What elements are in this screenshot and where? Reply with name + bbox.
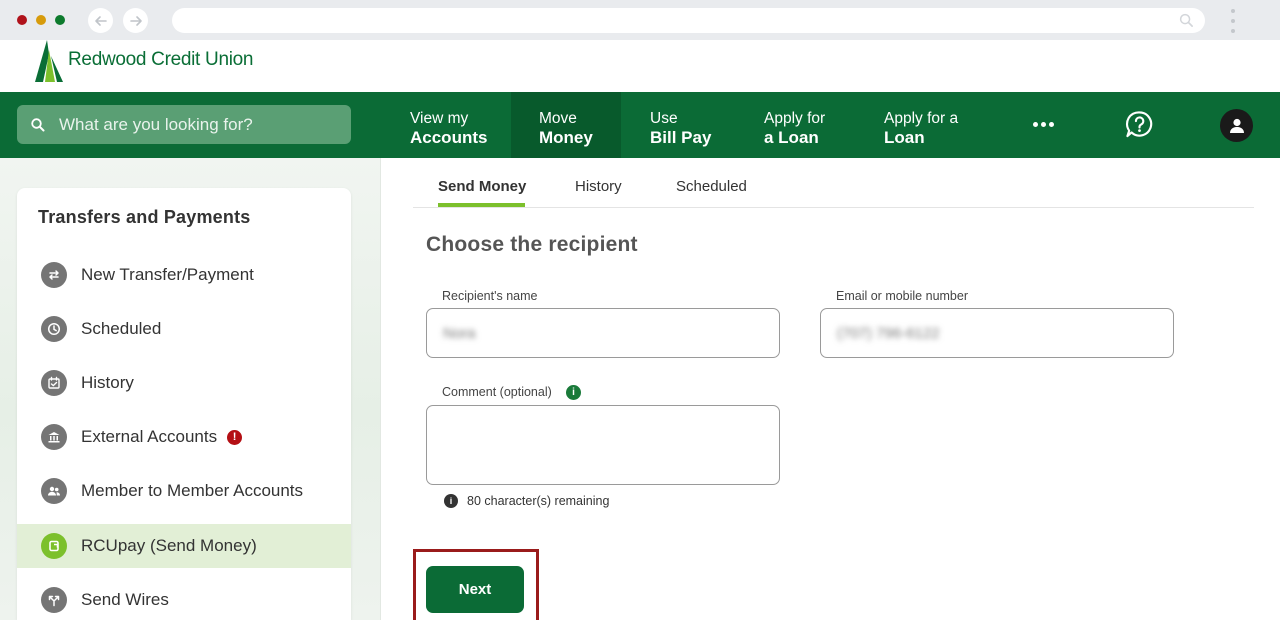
nav-line1: Apply for: [764, 110, 826, 127]
address-bar[interactable]: [172, 8, 1205, 33]
browser-menu-icon[interactable]: [1229, 9, 1237, 33]
next-button[interactable]: Next: [426, 566, 524, 613]
wire-split-icon: [41, 587, 67, 613]
email-mobile-field[interactable]: (707) 796-6122: [820, 308, 1174, 358]
calendar-check-icon: [41, 370, 67, 396]
clock-icon: [41, 316, 67, 342]
tab-send-money[interactable]: Send Money: [438, 178, 526, 195]
more-menu-icon[interactable]: [1033, 122, 1054, 127]
sidebar-item-rcupay[interactable]: RCUpay (Send Money): [17, 524, 351, 568]
comment-textarea[interactable]: [426, 405, 780, 485]
nav-line1: Apply for a: [884, 110, 959, 127]
characters-remaining: 80 character(s) remaining: [467, 494, 610, 508]
sidebar-item-new-transfer[interactable]: New Transfer/Payment: [17, 253, 351, 297]
brand-name[interactable]: Redwood Credit Union: [68, 49, 253, 71]
tab-scheduled[interactable]: Scheduled: [676, 178, 747, 195]
nav-line1: Use: [650, 110, 678, 127]
minimize-window-dot[interactable]: [36, 15, 46, 25]
people-icon: [41, 478, 67, 504]
browser-back-button[interactable]: [88, 8, 113, 33]
logo-bar: Redwood Credit Union: [0, 40, 1280, 92]
sidebar-title: Transfers and Payments: [38, 207, 251, 227]
nav-view-accounts[interactable]: View my Accounts: [410, 92, 487, 158]
help-chat-icon[interactable]: [1125, 110, 1154, 139]
nav-line2: Accounts: [410, 128, 488, 147]
redwood-tree-logo-icon: [35, 40, 63, 82]
search-icon: [1179, 13, 1193, 27]
sidebar-item-label: External Accounts: [81, 427, 218, 446]
sidebar-item-label: Send Wires: [81, 590, 169, 609]
alert-icon: !: [227, 429, 243, 445]
sidebar-item-label: RCUpay (Send Money): [81, 536, 257, 555]
sidebar-item-send-wires[interactable]: Send Wires: [17, 578, 351, 620]
recipient-name-value: Nora: [443, 325, 476, 342]
nav-line2: Bill Pay: [650, 128, 712, 147]
recipient-name-field[interactable]: Nora: [426, 308, 780, 358]
sidebar-card: Transfers and Payments New Transfer/Paym…: [17, 188, 351, 620]
nav-line1: Move: [539, 110, 577, 127]
user-avatar-icon: [1229, 118, 1244, 133]
arrow-left-icon: [94, 15, 107, 26]
close-window-dot[interactable]: [17, 15, 27, 25]
site-search[interactable]: What are you looking for?: [17, 105, 351, 144]
comment-label: Comment (optional): [442, 385, 552, 399]
browser-toolbar: [0, 0, 1280, 40]
main-navigation: What are you looking for? View my Accoun…: [0, 92, 1280, 158]
sidebar-item-label: History: [81, 373, 134, 392]
transfer-arrows-icon: [41, 262, 67, 288]
bank-icon: [41, 424, 67, 450]
sidebar-item-label: Scheduled: [81, 319, 162, 338]
browser-forward-button[interactable]: [123, 8, 148, 33]
nav-apply-loan-1[interactable]: Apply for a Loan: [764, 92, 825, 158]
nav-move-money[interactable]: Move Money: [511, 92, 621, 158]
sidebar-item-scheduled[interactable]: Scheduled: [17, 307, 351, 351]
arrow-right-icon: [129, 15, 142, 26]
info-icon[interactable]: i: [566, 385, 581, 400]
sidebar-item-label: Member to Member Accounts: [81, 481, 304, 500]
nav-apply-loan-2[interactable]: Apply for a Loan: [884, 92, 958, 158]
nav-line1: View my: [410, 110, 469, 127]
sidebar-item-label: New Transfer/Payment: [81, 265, 254, 284]
email-mobile-label: Email or mobile number: [836, 289, 968, 303]
info-icon: i: [444, 494, 458, 508]
sidebar-item-external-accounts[interactable]: External Accounts !: [17, 415, 351, 459]
rcupay-icon: [41, 533, 67, 559]
tab-history[interactable]: History: [575, 178, 622, 195]
email-mobile-value: (707) 796-6122: [837, 325, 940, 342]
nav-line2: Loan: [884, 128, 925, 147]
sidebar-item-history[interactable]: History: [17, 361, 351, 405]
recipient-name-label: Recipient's name: [442, 289, 538, 303]
maximize-window-dot[interactable]: [55, 15, 65, 25]
content-tabs: Send Money History Scheduled: [413, 158, 1254, 208]
search-icon: [31, 117, 45, 131]
sidebar-item-member-to-member[interactable]: Member to Member Accounts: [17, 469, 351, 513]
page-title: Choose the recipient: [426, 233, 638, 256]
nav-line2: Money: [539, 128, 593, 147]
search-placeholder: What are you looking for?: [59, 114, 253, 134]
active-tab-indicator: [438, 203, 525, 207]
user-profile-button[interactable]: [1220, 109, 1253, 142]
nav-bill-pay[interactable]: Use Bill Pay: [650, 92, 711, 158]
nav-line2: a Loan: [764, 128, 819, 147]
